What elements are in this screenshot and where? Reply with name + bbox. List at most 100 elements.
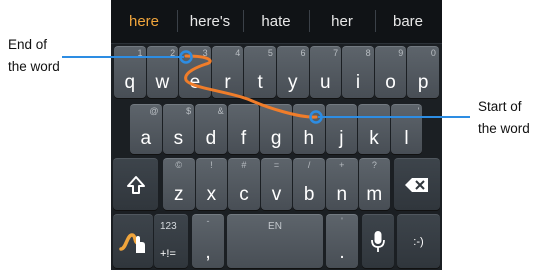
swype-key[interactable] [113,214,153,268]
start-annotation: Start of the word [478,96,530,140]
key-m[interactable]: ? m [358,158,391,210]
key-label: l [404,128,409,149]
key-d[interactable]: & d [195,104,227,154]
key-hint: & [217,106,224,116]
key-label: v [271,184,282,205]
key-j[interactable]: j [325,104,358,154]
key-label: j [339,128,344,149]
key-label: u [320,72,331,93]
symbols-top-label: 123 [160,221,177,232]
key-k[interactable]: k [358,104,390,154]
key-hint: = [273,160,280,170]
microphone-icon [362,215,394,268]
key-o[interactable]: 9o [374,46,407,98]
key-hint: 0 [430,48,436,58]
suggestion-4[interactable]: bare [375,0,441,43]
suggestion-3[interactable]: her [309,0,375,43]
key-label: c [239,184,249,205]
key-label: h [303,128,315,149]
key-i[interactable]: 8i [342,46,374,98]
key-label: k [369,128,379,149]
key-f[interactable]: f [227,104,260,154]
key-h[interactable]: h [293,104,325,154]
key-hint: 2 [170,48,176,58]
start-annotation-line1: Start of [478,99,522,114]
symbols-bottom-label: +!= [160,248,176,260]
key-w[interactable]: 2w [146,46,179,98]
key-hint: - [206,216,210,226]
key-label: b [303,184,315,205]
key-n[interactable]: + n [326,158,358,210]
key-e[interactable]: 3e [179,46,211,98]
start-annotation-line2: the word [478,121,530,136]
shift-key[interactable] [113,158,158,210]
end-annotation-line2: the word [8,59,60,74]
key-c[interactable]: # c [228,158,260,210]
key-u[interactable]: 7u [309,46,342,98]
key-hint: 5 [267,48,273,58]
key-x[interactable]: ! x [195,158,228,210]
key-p[interactable]: 0p [407,46,439,98]
key-label: n [336,184,348,205]
key-label: a [140,128,152,149]
comma-key[interactable]: -, [192,214,224,268]
key-label: z [174,184,184,205]
key-label: :-) [413,236,424,248]
key-hint: 4 [235,48,241,58]
microphone-key[interactable] [362,214,394,268]
key-hint: / [307,160,311,170]
emoticon-key[interactable]: :-) [397,214,440,268]
key-label: o [385,72,396,93]
key-label: g [270,128,282,149]
key-y[interactable]: 6y [277,46,309,98]
key-hint: # [241,160,247,170]
key-label: , [205,242,211,263]
backspace-icon [394,159,440,210]
key-label: q [124,72,136,93]
suggestion-2[interactable]: hate [243,0,309,43]
swype-icon [113,215,153,268]
key-hint: $ [186,106,192,116]
key-r[interactable]: 4r [211,46,244,98]
key-g[interactable]: g [260,104,292,154]
key-label: t [257,72,263,93]
key-v[interactable]: = v [260,158,293,210]
suggestion-1[interactable]: here's [177,0,243,43]
suggestion-separator [243,10,244,32]
key-label: . [339,242,345,263]
key-q[interactable]: 1q [114,46,146,98]
key-hint: 3 [202,48,208,58]
backspace-key[interactable] [394,158,440,210]
suggestion-separator [177,10,178,32]
symbols-key[interactable]: 123 +!= [154,214,188,268]
space-key[interactable]: EN [227,214,323,268]
key-hint: 8 [365,48,371,58]
key-label: w [155,72,170,93]
key-hint: ' [417,106,420,116]
key-label: p [417,72,429,93]
key-l[interactable]: ' l [390,104,423,154]
language-label: EN [268,221,282,232]
key-hint: ! [210,160,213,170]
key-label: r [224,72,231,93]
end-annotation: End of the word [8,34,60,78]
key-b[interactable]: / b [293,158,325,210]
key-hint: 6 [300,48,306,58]
key-hint: ' [341,216,343,226]
key-label: i [355,72,361,93]
key-a[interactable]: @ a [130,104,162,154]
key-t[interactable]: 5t [244,46,276,98]
key-label: y [288,72,298,93]
period-key[interactable]: '. [326,214,358,268]
key-hint: 1 [137,48,143,58]
key-hint: 9 [398,48,404,58]
key-z[interactable]: © z [163,158,195,210]
key-hint: @ [149,106,159,116]
key-label: m [366,184,383,205]
key-label: f [240,128,247,149]
suggestion-0[interactable]: here [111,0,177,43]
key-s[interactable]: $ s [162,104,195,154]
key-hint: + [339,160,345,170]
key-label: e [189,72,201,93]
key-hint: © [175,160,183,170]
